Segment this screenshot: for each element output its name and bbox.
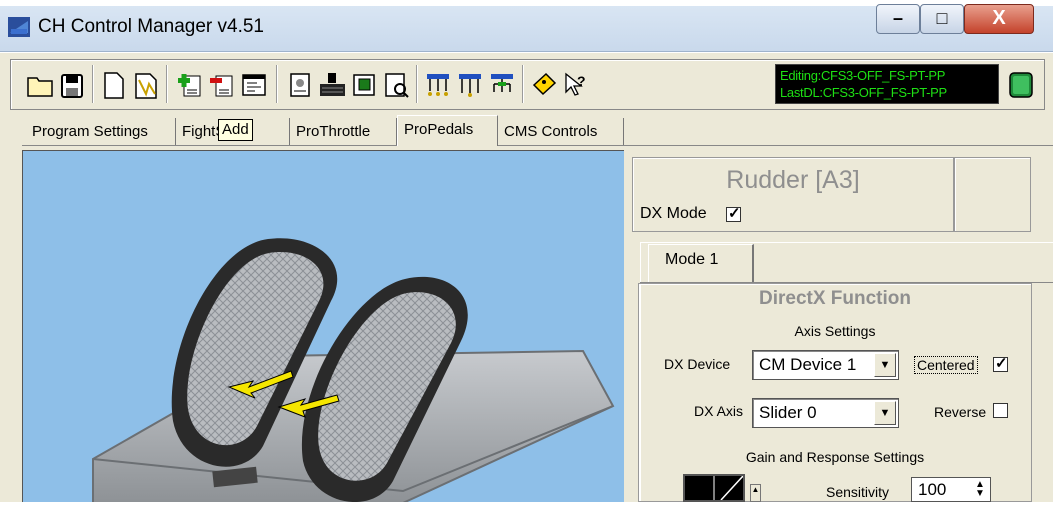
close-button[interactable]: X <box>964 4 1034 34</box>
map-button[interactable] <box>286 68 314 100</box>
app-icon[interactable] <box>8 17 30 37</box>
reverse-checkbox[interactable] <box>993 403 1008 418</box>
dx-device-label: DX Device <box>664 356 731 372</box>
dx-device-value: CM Device 1 <box>759 355 857 374</box>
folder-icon <box>27 77 53 97</box>
add-tooltip: Add <box>218 119 253 141</box>
new-file-button[interactable] <box>100 68 128 100</box>
dx-mode-label: DX Mode <box>640 205 707 222</box>
network-button-3[interactable] <box>488 68 516 100</box>
view-page-icon <box>385 73 409 98</box>
svg-text:?: ? <box>577 73 586 89</box>
exit-icon <box>1009 72 1033 98</box>
dx-device-select[interactable]: CM Device 1 ▼ <box>752 350 899 380</box>
tab-program-settings[interactable]: Program Settings <box>26 118 176 145</box>
save-button[interactable] <box>58 68 86 100</box>
dx-axis-value: Slider 0 <box>759 403 817 422</box>
last-download-status: LastDL:CFS3-OFF_FS-PT-PP <box>780 85 947 100</box>
centered-label: Centered <box>914 356 978 374</box>
toolbar-separator <box>416 65 418 103</box>
chevron-down-icon[interactable]: ▼ <box>874 401 896 425</box>
reverse-label: Reverse <box>934 404 987 420</box>
new-page-icon <box>104 72 124 99</box>
sensitivity-input[interactable]: 100 ▲ ▼ <box>911 477 991 502</box>
help-button[interactable]: ? <box>562 68 590 100</box>
pedals-preview <box>22 150 624 502</box>
minimize-icon: – <box>892 8 903 28</box>
curve-spin-up-button[interactable]: ▲ <box>750 484 761 502</box>
toolbar-separator <box>92 65 94 103</box>
network-icon <box>459 74 481 97</box>
directx-function-group <box>638 283 1032 502</box>
network-button-1[interactable] <box>424 68 452 100</box>
tab-mode-1[interactable]: Mode 1 <box>648 244 754 282</box>
edit-page-icon <box>135 73 157 99</box>
tab-cms-controls[interactable]: CMS Controls <box>498 118 624 145</box>
status-display: Editing:CFS3-OFF_FS-PT-PP LastDL:CFS3-OF… <box>775 64 999 104</box>
network-button-2[interactable] <box>456 68 484 100</box>
chip-icon <box>353 74 375 96</box>
toolbar-separator <box>276 65 278 103</box>
minimize-button[interactable]: – <box>876 4 920 34</box>
window-list-icon <box>242 74 266 96</box>
dx-axis-select[interactable]: Slider 0 ▼ <box>752 398 899 428</box>
centered-checkbox[interactable] <box>993 354 1008 372</box>
document-map-icon <box>290 73 310 97</box>
window-title: CH Control Manager v4.51 <box>38 16 264 37</box>
floppy-icon <box>61 74 83 98</box>
remove-control-button[interactable] <box>208 68 236 100</box>
gain-response-heading: Gain and Response Settings <box>745 449 925 465</box>
dx-axis-label: DX Axis <box>694 403 744 419</box>
add-control-button[interactable] <box>176 68 204 100</box>
edit-file-button[interactable] <box>132 68 160 100</box>
axis-settings-heading: Axis Settings <box>794 323 876 339</box>
pane-divider <box>624 150 632 502</box>
tab-propedals[interactable]: ProPedals <box>397 115 498 146</box>
response-curve-graph <box>683 474 745 502</box>
keyboard-button[interactable] <box>318 68 346 100</box>
left-margin <box>0 145 22 502</box>
close-icon: X <box>992 7 1006 29</box>
download-button[interactable] <box>530 68 558 100</box>
help-pointer-icon: ? <box>565 72 586 96</box>
settings-window-button[interactable] <box>240 68 268 100</box>
network-tree-icon <box>491 74 513 92</box>
toolbar-separator <box>522 65 524 103</box>
tab-prothrottle[interactable]: ProThrottle <box>290 118 397 145</box>
rudder-title: Rudder [A3] <box>726 166 860 194</box>
add-green-icon <box>178 74 201 97</box>
tag-icon <box>532 72 557 96</box>
chip-button[interactable] <box>350 68 378 100</box>
editing-status: Editing:CFS3-OFF_FS-PT-PP <box>780 68 946 83</box>
directx-function-title: DirectX Function <box>758 288 911 309</box>
network-icon <box>427 74 449 96</box>
remove-red-icon <box>210 75 233 97</box>
exit-button[interactable] <box>1007 68 1035 100</box>
sensitivity-label: Sensitivity <box>826 484 890 500</box>
dx-mode-checkbox[interactable] <box>726 204 741 222</box>
maximize-button[interactable]: □ <box>920 4 964 34</box>
view-button[interactable] <box>382 68 410 100</box>
tab-bar: Program Settings FightStick ProThrottle … <box>0 115 1053 146</box>
open-folder-button[interactable] <box>26 68 54 100</box>
pedals-illustration <box>92 238 615 502</box>
chevron-down-icon[interactable]: ▼ <box>874 353 896 377</box>
toolbar-separator <box>166 65 168 103</box>
keyboard-icon <box>320 73 345 96</box>
sensitivity-value: 100 <box>918 480 947 499</box>
rudder-side-box <box>954 157 1031 232</box>
toolbar: ? Editing:CFS3-OFF_FS-PT-PP LastDL:CFS3-… <box>0 52 1053 115</box>
spinner-icon[interactable]: ▲ ▼ <box>972 480 988 500</box>
maximize-icon: □ <box>936 8 948 28</box>
